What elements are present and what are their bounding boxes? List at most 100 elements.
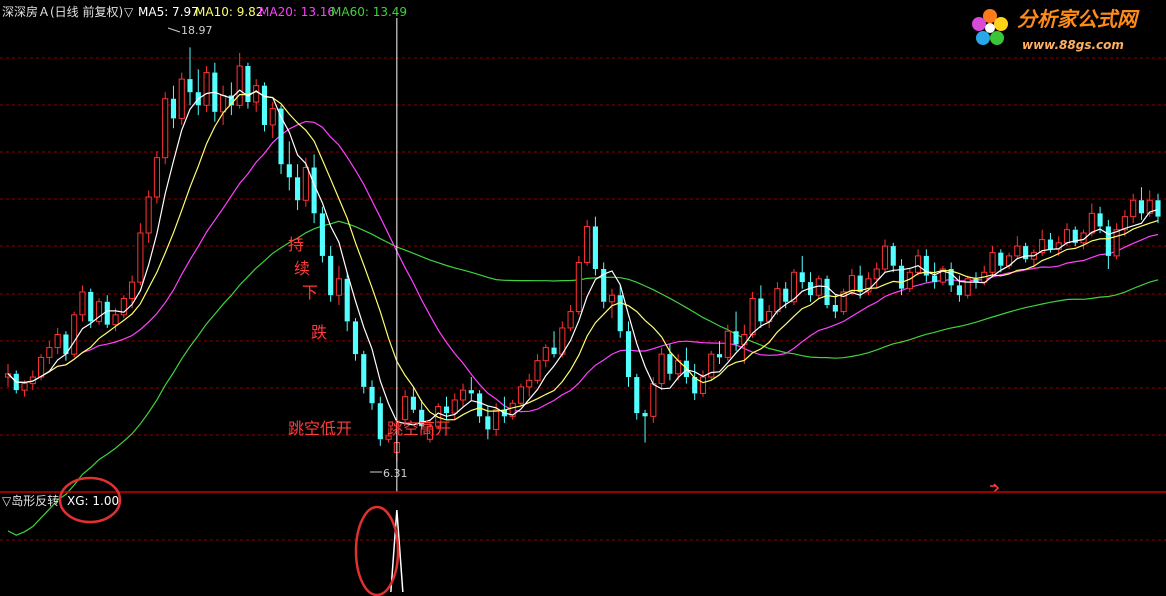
ma20-label: MA20: 13.16 bbox=[259, 5, 335, 19]
candle-body bbox=[485, 416, 491, 430]
candle bbox=[575, 255, 582, 315]
candle bbox=[377, 396, 383, 446]
candle-body bbox=[21, 383, 28, 391]
candle-body bbox=[774, 288, 781, 313]
candle bbox=[658, 347, 665, 391]
candle-body bbox=[989, 252, 996, 273]
candle bbox=[625, 321, 632, 387]
candle-body bbox=[625, 331, 632, 378]
candle-body bbox=[542, 347, 549, 362]
candle-body bbox=[269, 108, 276, 126]
candle-body bbox=[1105, 226, 1111, 256]
candle-body bbox=[443, 406, 450, 414]
candle-body bbox=[964, 278, 971, 296]
candle bbox=[120, 295, 127, 319]
candle-body bbox=[402, 396, 409, 421]
watermark-name: 分析家公式网 bbox=[1017, 7, 1140, 31]
candle-body bbox=[915, 255, 922, 273]
candle-body bbox=[832, 305, 838, 312]
candle-body bbox=[369, 386, 375, 404]
stock-chart[interactable]: 深深房Ａ(日线 前复权) ▽ MA5: 7.97 MA10: 9.82 MA20… bbox=[0, 0, 1166, 596]
candle bbox=[939, 265, 946, 286]
candle-body bbox=[220, 94, 227, 113]
candle-body bbox=[534, 360, 541, 381]
candle-body bbox=[253, 85, 260, 103]
candle-body bbox=[848, 275, 855, 293]
candle-body bbox=[377, 403, 383, 440]
candle-body bbox=[608, 294, 616, 303]
candle bbox=[708, 350, 715, 381]
candle-body bbox=[592, 226, 598, 270]
ma10-label: MA10: 9.82 bbox=[195, 5, 263, 19]
low-price-label: 6.31 bbox=[383, 467, 408, 480]
candle-body bbox=[203, 72, 210, 106]
candle-body bbox=[178, 78, 185, 119]
ma60-label: MA60: 13.49 bbox=[331, 5, 407, 19]
candle-body bbox=[517, 386, 525, 404]
candle-body bbox=[153, 157, 160, 198]
candle-body bbox=[724, 330, 731, 358]
candle-body bbox=[890, 246, 896, 266]
candle bbox=[245, 62, 251, 109]
candle-body bbox=[634, 377, 640, 414]
indicator-name[interactable]: ▽岛形反转 bbox=[2, 493, 59, 508]
candle-body bbox=[584, 225, 591, 263]
candle bbox=[178, 72, 185, 125]
candle-body bbox=[79, 291, 86, 316]
candle bbox=[601, 262, 607, 309]
indicator-value: XG: 1.00 bbox=[67, 494, 119, 508]
ma-marker[interactable]: ▽ bbox=[124, 5, 134, 19]
candle bbox=[319, 206, 325, 263]
candle bbox=[95, 298, 103, 325]
candle-body bbox=[187, 79, 193, 93]
candle bbox=[964, 275, 971, 299]
candle-body bbox=[783, 288, 789, 302]
candle bbox=[153, 151, 160, 204]
candle bbox=[824, 275, 830, 309]
candle-body bbox=[1138, 200, 1145, 214]
candle-body bbox=[526, 379, 533, 388]
candle-body bbox=[261, 85, 268, 125]
candle-body bbox=[1088, 212, 1095, 234]
candle-body bbox=[667, 354, 673, 374]
stock-title: 深深房Ａ(日线 前复权) bbox=[2, 4, 123, 19]
candle-body bbox=[459, 389, 467, 401]
candle-body bbox=[286, 164, 292, 178]
candle-body bbox=[956, 285, 963, 296]
candle-body bbox=[352, 321, 359, 355]
candle-body bbox=[104, 301, 110, 325]
candle-body bbox=[749, 297, 756, 335]
candle-body bbox=[1097, 213, 1103, 227]
candle-body bbox=[650, 383, 657, 417]
candle-body bbox=[477, 393, 483, 417]
candle-body bbox=[54, 333, 61, 349]
candle-body bbox=[451, 399, 458, 414]
candle-body bbox=[295, 177, 301, 201]
candle-body bbox=[493, 409, 500, 430]
candle bbox=[634, 373, 640, 420]
candle-body bbox=[575, 261, 582, 313]
candle-body bbox=[567, 311, 574, 329]
candle-body bbox=[170, 98, 177, 119]
candle-body bbox=[335, 278, 343, 296]
candle-body bbox=[1023, 246, 1029, 260]
candle-body bbox=[551, 347, 557, 355]
annotation-continuous-2: 续 bbox=[294, 259, 310, 278]
annotation-gap-up: 跳空高开 bbox=[387, 419, 451, 438]
annotation-continuous-1: 持 bbox=[288, 235, 304, 254]
candle-body bbox=[145, 196, 152, 234]
candle-body bbox=[112, 314, 119, 326]
candle bbox=[71, 311, 78, 358]
annotation-gap-down: 跳空低开 bbox=[288, 419, 352, 438]
candle-body bbox=[1014, 245, 1021, 257]
candle-body bbox=[302, 167, 309, 201]
candle-body bbox=[873, 268, 880, 280]
candle bbox=[509, 399, 516, 420]
candle-body bbox=[319, 213, 325, 256]
candle-body bbox=[1155, 200, 1161, 217]
candle-body bbox=[88, 291, 94, 322]
candle-body bbox=[46, 347, 53, 358]
candle-body bbox=[881, 245, 889, 270]
candle-body bbox=[328, 255, 334, 296]
candle-body bbox=[824, 278, 830, 306]
